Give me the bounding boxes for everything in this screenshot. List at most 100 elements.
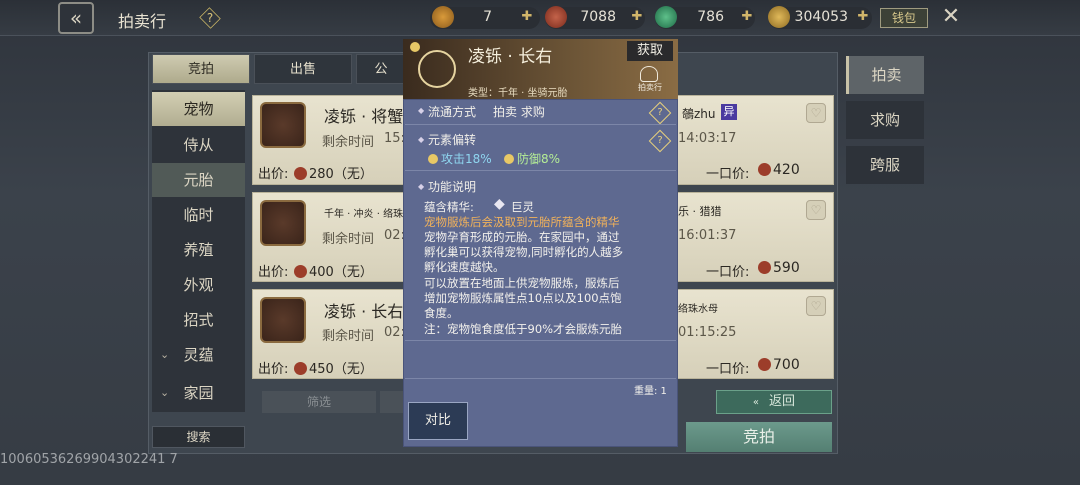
bid-price: 280（无） xyxy=(294,163,373,182)
desc-line-2: 孵化巢可以获得宠物,同时孵化的人越多 xyxy=(424,245,624,259)
get-button[interactable]: 获取 xyxy=(627,41,673,61)
favorite-icon[interactable]: ♡ xyxy=(806,200,826,220)
desc-line-5: 增加宠物服炼属性点10点以及100点饱 xyxy=(424,291,622,305)
variant-badge: 异 xyxy=(721,104,737,120)
sidebar-item-temporary[interactable]: 临时 xyxy=(152,198,245,232)
essence-icon: ◆ xyxy=(494,196,505,212)
bid-button[interactable]: 竞拍 xyxy=(686,422,832,452)
help-icon[interactable]: ? xyxy=(652,105,668,121)
bullet-icon: ◆ xyxy=(418,106,425,115)
sidebar-item-spirit[interactable]: 灵蕴 xyxy=(152,338,245,372)
pet-embryo-icon xyxy=(418,50,456,88)
tab-bid[interactable]: 竞拍 xyxy=(152,54,250,84)
divider xyxy=(405,340,676,341)
bid-price: 450（无） xyxy=(294,358,373,377)
add-currency-2-icon[interactable]: ✚ xyxy=(630,10,644,24)
close-icon[interactable]: ✕ xyxy=(940,4,962,30)
bullet-icon: ◆ xyxy=(418,135,425,144)
bid-price-label: 出价: xyxy=(258,362,289,377)
item-name: 络珠水母 xyxy=(678,304,718,315)
search-button[interactable]: 搜索 xyxy=(152,426,245,448)
coin-icon xyxy=(294,362,307,375)
essence-label: 蕴含精华: xyxy=(424,200,474,214)
desc-line-1: 宠物孕育形成的元胎。在家园中，通过 xyxy=(424,230,620,244)
add-currency-4-icon[interactable]: ✚ xyxy=(856,10,870,24)
divider xyxy=(405,378,676,379)
favorite-icon[interactable]: ♡ xyxy=(806,103,826,123)
essence-value: 巨灵 xyxy=(511,200,534,214)
remaining-time: 02: xyxy=(384,228,405,243)
buyout-price: 700 xyxy=(758,357,800,373)
item-name: 凌铄 · 将蟹 xyxy=(324,107,404,126)
remaining-time: 15: xyxy=(384,131,405,146)
item-icon xyxy=(260,297,306,343)
arrow-left-icon: « xyxy=(752,397,760,408)
trade-method-value: 拍卖 求购 xyxy=(493,105,545,119)
wallet-button[interactable]: 钱包 xyxy=(880,8,928,28)
tab-sell[interactable]: 出售 xyxy=(254,54,352,84)
currency-value-4: 304053 xyxy=(794,9,848,25)
currency-value-3: 786 xyxy=(697,9,724,25)
essence-note: 宠物服炼后会汲取到元胎所蕴含的精华 xyxy=(424,215,620,229)
item-name: 千年 · 冲炎 · 络珠 xyxy=(324,209,404,220)
buyout-label: 一口价: xyxy=(706,362,750,377)
help-icon[interactable]: ? xyxy=(652,133,668,149)
currency-value-2: 7088 xyxy=(580,9,616,25)
item-weight: 重量: 1 xyxy=(634,386,667,397)
item-detail-name: 凌铄 · 长右 xyxy=(468,47,553,67)
remaining-time-label: 剩余时间 xyxy=(322,329,375,344)
gold-coin-icon xyxy=(768,6,790,28)
tab-public[interactable]: 公 xyxy=(356,54,406,84)
item-name: 凌铄 · 长右 xyxy=(324,302,404,321)
gold-ingot-icon xyxy=(432,6,454,28)
tab-buy-request[interactable]: 求购 xyxy=(846,101,924,139)
compare-button[interactable]: 对比 xyxy=(408,402,468,440)
moon-icon xyxy=(428,154,438,164)
red-coin-icon xyxy=(545,6,567,28)
sidebar-item-appearance[interactable]: 外观 xyxy=(152,268,245,302)
remaining-time-label: 剩余时间 xyxy=(322,135,375,150)
coin-icon xyxy=(758,261,771,274)
session-id: 10060536269904302241 7 xyxy=(0,452,178,467)
filter-button[interactable]: 筛选 xyxy=(262,391,376,413)
remaining-time: 02: xyxy=(384,325,405,340)
buyout-label: 一口价: xyxy=(706,167,750,182)
tab-auction[interactable]: 拍卖 xyxy=(846,56,924,94)
bullet-icon: ◆ xyxy=(418,182,425,191)
sidebar-item-skill[interactable]: 招式 xyxy=(152,303,245,337)
coin-icon xyxy=(758,163,771,176)
item-name: 鵸zhu xyxy=(682,107,716,121)
desc-line-7: 注：宠物饱食度低于90%才会服炼元胎 xyxy=(424,322,623,336)
auction-house-icon[interactable] xyxy=(640,66,658,82)
desc-line-4: 可以放置在地面上供宠物服炼，服炼后 xyxy=(424,276,620,290)
remaining-time: 16:01:37 xyxy=(678,228,737,243)
bid-price-label: 出价: xyxy=(258,265,289,280)
sidebar-item-attendant[interactable]: 侍从 xyxy=(152,128,245,162)
sidebar-item-embryo[interactable]: 元胎 xyxy=(152,163,245,197)
sidebar-item-home[interactable]: 家园 xyxy=(152,376,245,410)
page-title: 拍卖行 xyxy=(118,12,167,31)
help-icon[interactable]: ? xyxy=(200,9,220,27)
function-label: 功能说明 xyxy=(428,180,477,194)
add-currency-3-icon[interactable]: ✚ xyxy=(740,10,754,24)
source-label: 拍卖行 xyxy=(638,83,662,92)
sidebar-item-breeding[interactable]: 养殖 xyxy=(152,233,245,267)
divider xyxy=(405,170,676,171)
attack-stat: 攻击18% xyxy=(428,150,492,167)
back-button[interactable]: « xyxy=(58,2,94,34)
jade-icon xyxy=(655,6,677,28)
divider xyxy=(405,124,676,125)
favorite-icon[interactable]: ♡ xyxy=(806,296,826,316)
buyout-price: 590 xyxy=(758,260,800,276)
return-button[interactable]: «返回 xyxy=(716,390,832,414)
sidebar-item-pet[interactable]: 宠物 xyxy=(152,92,245,126)
remaining-time: 14:03:17 xyxy=(678,131,737,146)
coin-icon xyxy=(758,358,771,371)
moon-icon xyxy=(504,154,514,164)
buyout-price: 420 xyxy=(758,162,800,178)
moon-icon xyxy=(410,42,420,52)
filter-extra-button[interactable] xyxy=(380,391,404,413)
item-icon xyxy=(260,102,306,148)
add-currency-1-icon[interactable]: ✚ xyxy=(520,10,534,24)
tab-cross-server[interactable]: 跨服 xyxy=(846,146,924,184)
